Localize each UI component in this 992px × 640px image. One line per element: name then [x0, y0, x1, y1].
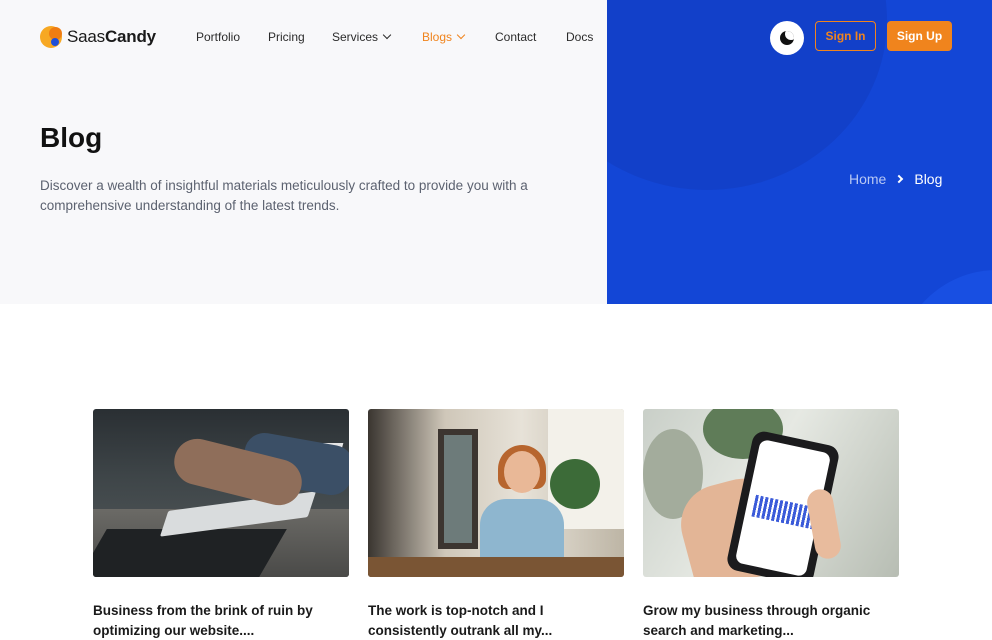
blog-card[interactable]: Business from the brink of ruin by optim… [93, 409, 349, 638]
moon-icon [780, 31, 794, 45]
blog-card-title[interactable]: Business from the brink of ruin by optim… [93, 601, 349, 640]
blog-card-title[interactable]: The work is top-notch and I consistently… [368, 601, 624, 640]
blog-card-image[interactable] [93, 409, 349, 577]
blog-card-title[interactable]: Grow my business through organic search … [643, 601, 899, 640]
logo-icon [40, 26, 62, 48]
blog-card-image[interactable] [368, 409, 624, 577]
theme-toggle-button[interactable] [770, 21, 804, 55]
chevron-down-icon [456, 30, 466, 40]
top-navbar: SaasCandy Portfolio Pricing Services Blo… [0, 0, 992, 74]
breadcrumb-current: Blog [914, 171, 943, 187]
sign-up-button[interactable]: Sign Up [887, 21, 952, 51]
sign-in-button[interactable]: Sign In [815, 21, 876, 51]
nav-item-contact[interactable]: Contact [495, 30, 536, 44]
nav-item-blogs[interactable]: Blogs [422, 30, 466, 44]
page-title: Blog [40, 122, 103, 153]
decorative-blob [897, 270, 992, 304]
chevron-down-icon [382, 30, 392, 40]
brand-logo[interactable]: SaasCandy [40, 26, 156, 48]
blog-card[interactable]: The work is top-notch and I consistently… [368, 409, 624, 638]
page-description: Discover a wealth of insightful material… [40, 178, 528, 213]
nav-item-portfolio[interactable]: Portfolio [196, 30, 240, 44]
brand-name: SaasCandy [67, 27, 156, 46]
blog-card[interactable]: Grow my business through organic search … [643, 409, 899, 638]
blog-card-image[interactable] [643, 409, 899, 577]
breadcrumb-home-link[interactable]: Home [849, 171, 886, 187]
breadcrumb: Home Blog [849, 171, 942, 187]
chevron-right-icon [895, 174, 904, 184]
nav-item-docs[interactable]: Docs [566, 30, 593, 44]
nav-item-pricing[interactable]: Pricing [268, 30, 305, 44]
nav-item-services[interactable]: Services [332, 30, 392, 44]
